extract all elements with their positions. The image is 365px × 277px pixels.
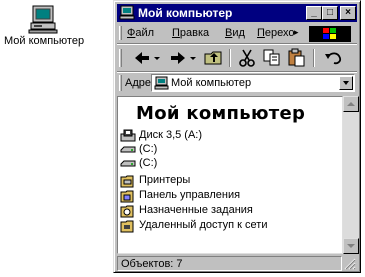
- desktop-icon-label: Мой компьютер: [4, 35, 85, 47]
- list-item-label: (C:): [139, 157, 158, 169]
- hard-drive-icon: [120, 146, 136, 153]
- resize-grip-icon[interactable]: [343, 257, 356, 270]
- arrow-down-icon: [347, 244, 355, 248]
- toolbar-grip[interactable]: [119, 49, 122, 67]
- menu-view[interactable]: Вид: [225, 27, 245, 39]
- menu-overflow-chevron-icon[interactable]: ▸: [294, 27, 299, 38]
- desktop-my-computer[interactable]: Мой компьютер: [4, 4, 85, 47]
- explorer-window: Мой компьютер _ □ × Файл Правка Вид Пере…: [113, 0, 361, 273]
- scroll-up-button[interactable]: [343, 96, 359, 112]
- list-item-label: Удаленный доступ к сети: [139, 219, 268, 231]
- list-item-label: Назначенные задания: [139, 204, 253, 216]
- chevron-down-icon: [343, 81, 349, 85]
- paste-icon: [288, 48, 305, 67]
- copy-button[interactable]: [262, 48, 282, 68]
- menu-bar: Файл Правка Вид Переход ▸: [117, 24, 357, 43]
- my-computer-icon: [28, 5, 58, 34]
- cut-icon: [239, 49, 255, 67]
- minimize-button[interactable]: _: [306, 6, 322, 20]
- windows-logo: [309, 26, 351, 42]
- toolbar-separator: [313, 49, 315, 67]
- list-item-label: Диск 3,5 (A:): [139, 129, 203, 141]
- address-field[interactable]: Мой компьютер: [151, 74, 355, 92]
- back-icon: [135, 52, 160, 64]
- control-panel-folder-icon: [120, 190, 134, 203]
- list-item-label: Принтеры: [139, 174, 191, 186]
- window-title: Мой компьютер: [138, 6, 233, 20]
- scroll-down-button[interactable]: [343, 238, 359, 254]
- menu-edit[interactable]: Правка: [172, 27, 209, 39]
- toolbar-separator: [229, 49, 231, 67]
- arrow-up-icon: [347, 102, 355, 106]
- list-item-label: (C:): [139, 143, 158, 155]
- paste-button[interactable]: [287, 48, 307, 68]
- hard-drive-icon: [120, 160, 136, 167]
- printers-folder-icon: [120, 175, 134, 188]
- undo-icon: [325, 52, 342, 65]
- floppy-drive-icon: [120, 129, 136, 142]
- vertical-scrollbar[interactable]: [343, 96, 359, 254]
- list-item-label: Панель управления: [139, 189, 241, 201]
- address-grip[interactable]: [119, 75, 122, 91]
- undo-button[interactable]: [323, 48, 345, 68]
- address-value: Мой компьютер: [171, 77, 252, 89]
- forward-button[interactable]: [167, 48, 197, 68]
- menu-go[interactable]: Переход: [257, 27, 294, 39]
- copy-icon: [263, 49, 280, 66]
- toolbar: [117, 45, 357, 71]
- up-folder-button[interactable]: [203, 48, 225, 68]
- address-dropdown-button[interactable]: [339, 76, 353, 90]
- close-button[interactable]: ×: [340, 6, 356, 20]
- menu-grip[interactable]: [119, 26, 122, 40]
- windows-flag-icon: [323, 28, 336, 39]
- status-bar: Объектов: 7: [117, 256, 357, 271]
- up-folder-icon: [204, 51, 222, 65]
- scheduled-tasks-folder-icon: [120, 205, 134, 218]
- cut-button[interactable]: [237, 48, 257, 68]
- address-bar: Адрес Мой компьютер: [117, 73, 357, 94]
- status-text: Объектов: 7: [121, 258, 183, 270]
- title-bar[interactable]: Мой компьютер _ □ ×: [117, 4, 357, 22]
- dial-up-networking-folder-icon: [120, 220, 134, 233]
- my-computer-small-icon: [119, 5, 135, 20]
- my-computer-small-icon: [154, 76, 169, 90]
- status-cell: Объектов: 7: [117, 256, 342, 271]
- menu-file[interactable]: Файл: [127, 27, 154, 39]
- forward-icon: [171, 52, 196, 64]
- folder-heading: Мой компьютер: [136, 103, 306, 124]
- back-button[interactable]: [131, 48, 161, 68]
- maximize-button[interactable]: □: [322, 6, 338, 20]
- folder-content: Мой компьютер Диск 3,5 (A:) (C:) (C:) Пр…: [117, 96, 343, 254]
